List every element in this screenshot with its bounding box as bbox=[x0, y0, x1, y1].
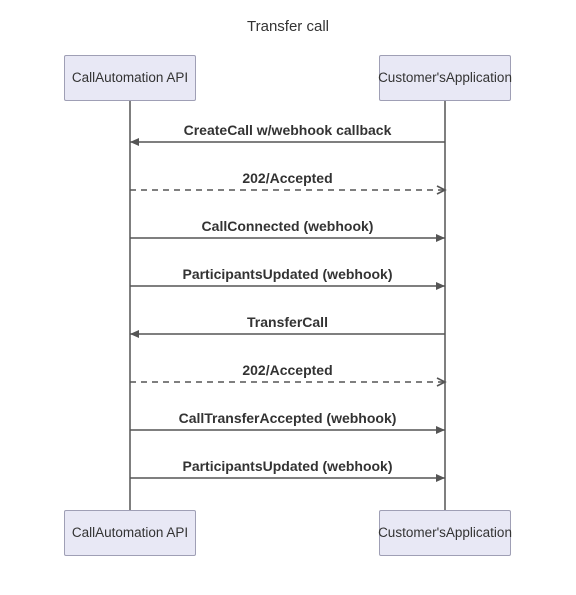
participant-box-top-right: Customer'sApplication bbox=[379, 55, 511, 101]
message-label: 202/Accepted bbox=[128, 170, 448, 186]
participant-box-bottom-left: CallAutomation API bbox=[64, 510, 196, 556]
sequence-diagram-canvas: Transfer call CallAutomation API Custome… bbox=[0, 0, 576, 595]
message-label: CallConnected (webhook) bbox=[128, 218, 448, 234]
participant-box-top-left: CallAutomation API bbox=[64, 55, 196, 101]
participant-box-bottom-right: Customer'sApplication bbox=[379, 510, 511, 556]
message-label: 202/Accepted bbox=[128, 362, 448, 378]
message-label: CreateCall w/webhook callback bbox=[128, 122, 448, 138]
message-label: ParticipantsUpdated (webhook) bbox=[128, 458, 448, 474]
message-label: TransferCall bbox=[128, 314, 448, 330]
message-label: ParticipantsUpdated (webhook) bbox=[128, 266, 448, 282]
diagram-title: Transfer call bbox=[0, 18, 576, 35]
message-label: CallTransferAccepted (webhook) bbox=[128, 410, 448, 426]
